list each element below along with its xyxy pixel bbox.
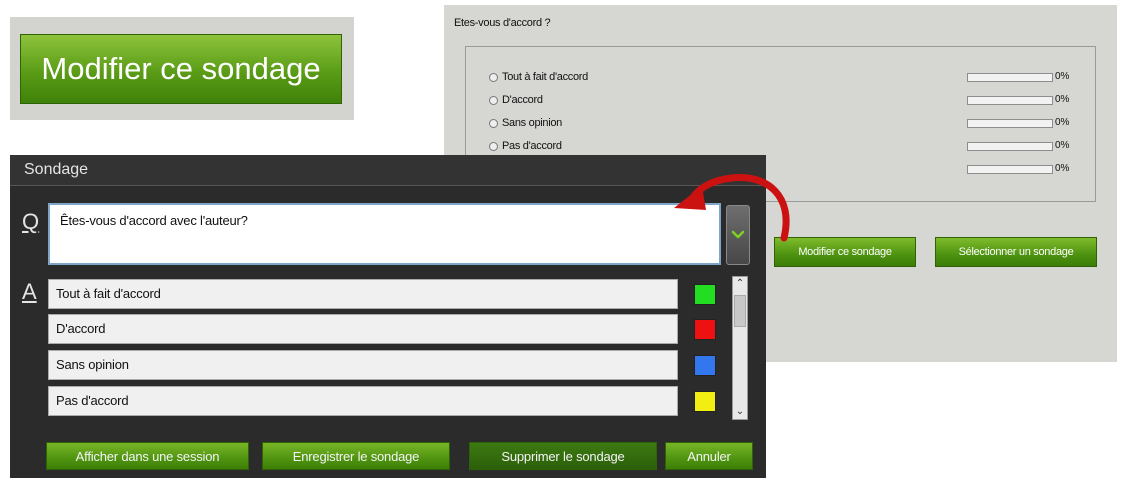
scroll-up-icon[interactable]: ⌃ xyxy=(733,277,747,291)
preview-row: Tout à fait d'accord 0% xyxy=(489,70,1089,86)
result-percent: 0% xyxy=(1055,140,1070,151)
dialog-title: Sondage xyxy=(24,161,89,178)
result-percent: 0% xyxy=(1055,163,1070,174)
scroll-down-icon[interactable]: ⌄ xyxy=(733,405,747,419)
scroll-thumb[interactable] xyxy=(734,295,746,327)
result-percent: 0% xyxy=(1055,94,1070,105)
answer-input[interactable]: D'accord xyxy=(48,314,678,344)
answer-color-swatch[interactable] xyxy=(694,355,716,376)
cancel-button[interactable]: Annuler xyxy=(665,442,753,470)
answer-color-swatch[interactable] xyxy=(694,284,716,305)
dialog-title-bar: Sondage xyxy=(10,155,766,186)
edit-poll-banner: Modifier ce sondage xyxy=(10,17,354,120)
preview-row: Sans opinion 0% xyxy=(489,116,1089,132)
radio-button[interactable] xyxy=(489,142,498,151)
answer-input[interactable]: Tout à fait d'accord xyxy=(48,279,678,309)
result-bar xyxy=(967,96,1053,105)
preview-row-label: D'accord xyxy=(502,94,543,106)
answer-color-swatch[interactable] xyxy=(694,319,716,340)
save-poll-button[interactable]: Enregistrer le sondage xyxy=(262,442,450,470)
preview-row: D'accord 0% xyxy=(489,93,1089,109)
answers-label: A xyxy=(22,279,37,304)
answer-input[interactable]: Sans opinion xyxy=(48,350,678,380)
result-bar xyxy=(967,142,1053,151)
answers-list: Tout à fait d'accord D'accord Sans opini… xyxy=(48,276,748,420)
result-bar xyxy=(967,73,1053,82)
show-in-session-button[interactable]: Afficher dans une session xyxy=(46,442,249,470)
result-bar xyxy=(967,119,1053,128)
preview-row-label: Sans opinion xyxy=(502,117,563,129)
delete-poll-button[interactable]: Supprimer le sondage xyxy=(469,442,657,470)
curved-arrow-icon xyxy=(674,174,790,242)
radio-button[interactable] xyxy=(489,73,498,82)
result-bar xyxy=(967,165,1053,174)
preview-row-label: Tout à fait d'accord xyxy=(502,71,588,83)
preview-row-label: Pas d'accord xyxy=(502,140,562,152)
answer-input[interactable]: Pas d'accord xyxy=(48,386,678,416)
answer-color-swatch[interactable] xyxy=(694,391,716,412)
result-percent: 0% xyxy=(1055,71,1070,82)
preview-question: Etes-vous d'accord ? xyxy=(454,17,551,29)
radio-button[interactable] xyxy=(489,119,498,128)
radio-button[interactable] xyxy=(489,96,498,105)
edit-poll-button-large[interactable]: Modifier ce sondage xyxy=(20,34,342,104)
result-percent: 0% xyxy=(1055,117,1070,128)
preview-row: Pas d'accord 0% xyxy=(489,139,1089,155)
poll-dialog: Sondage Q Êtes-vous d'accord avec l'aute… xyxy=(10,155,766,478)
answers-scrollbar[interactable]: ⌃ ⌄ xyxy=(732,276,748,420)
select-poll-button[interactable]: Sélectionner un sondage xyxy=(935,237,1097,267)
question-label: Q xyxy=(22,209,40,234)
question-input[interactable]: Êtes-vous d'accord avec l'auteur? xyxy=(48,203,721,265)
